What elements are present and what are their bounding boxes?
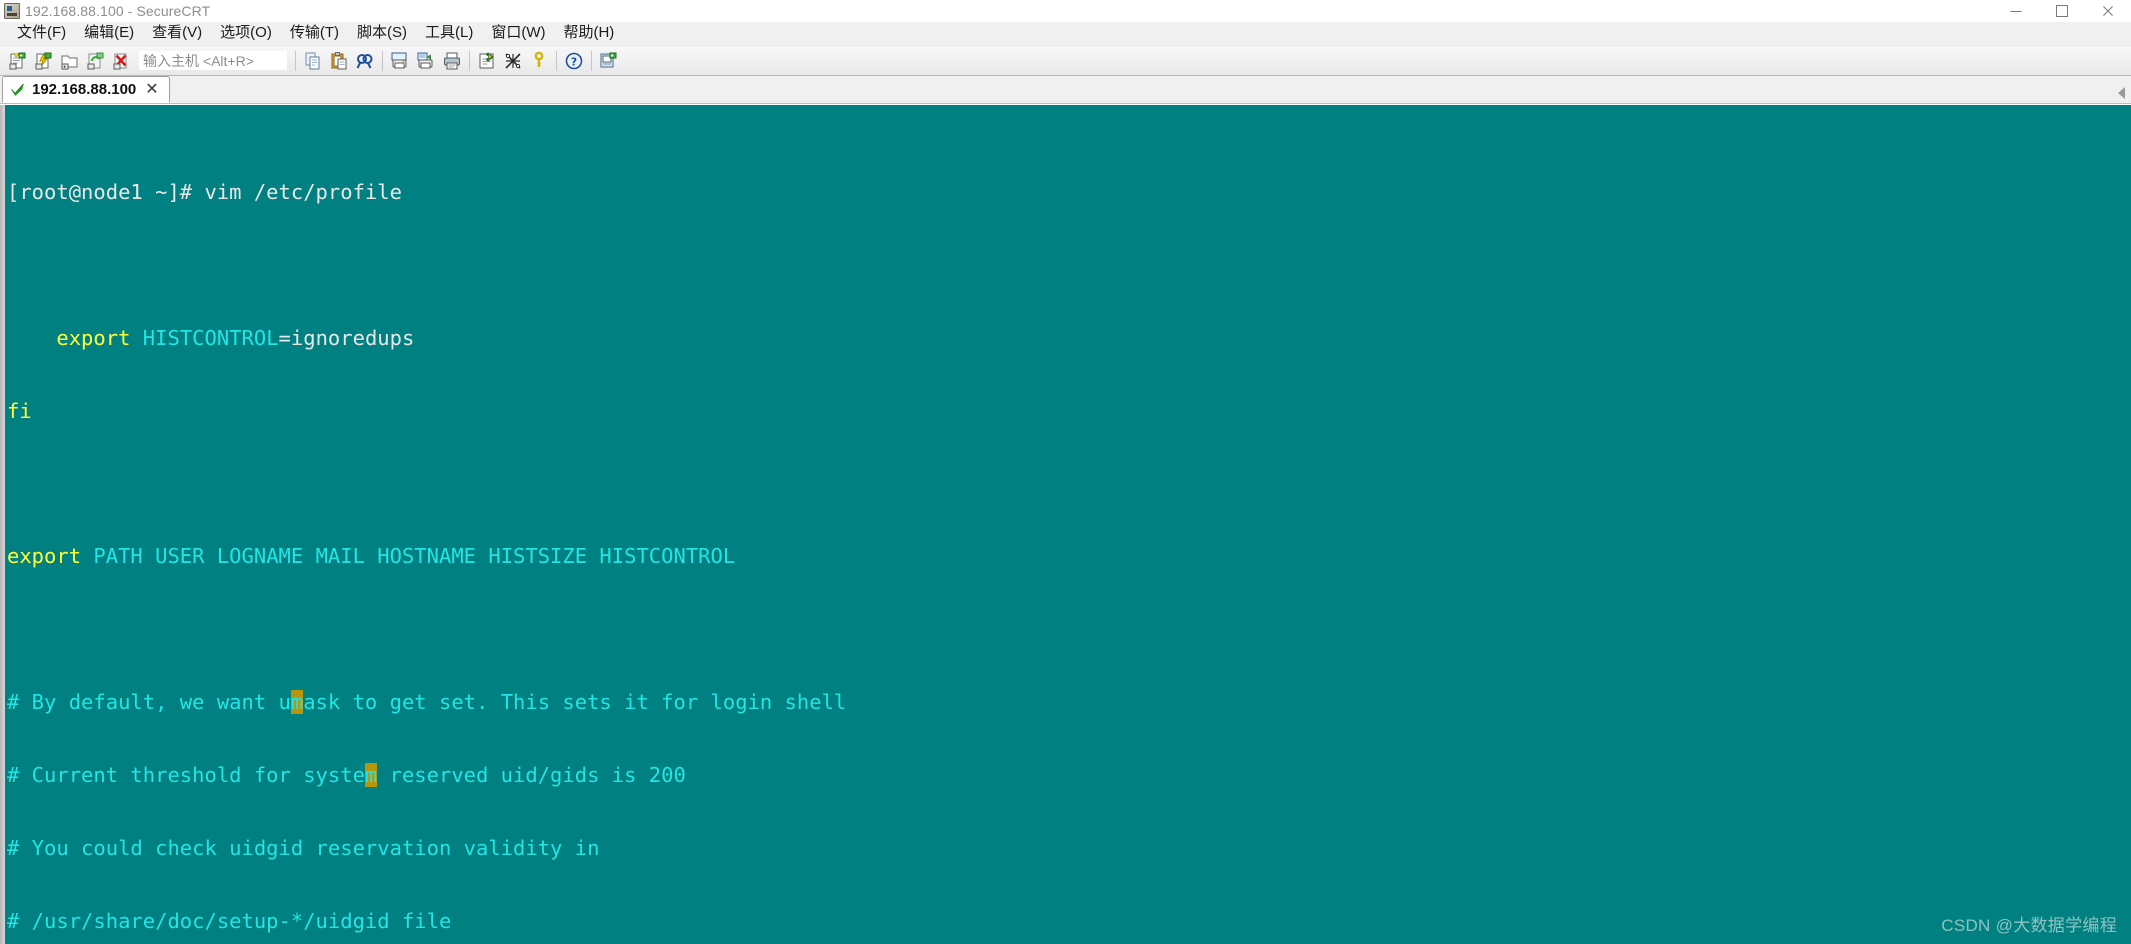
print-icon[interactable]	[439, 48, 465, 74]
toolbar: 输入主机 <Alt+R> ?	[0, 46, 2131, 76]
toolbar-separator-3	[469, 50, 470, 71]
menubar: 文件(F) 编辑(E) 查看(V) 选项(O) 传输(T) 脚本(S) 工具(L…	[0, 22, 2131, 46]
new-session-icon[interactable]	[5, 48, 31, 74]
paste-icon[interactable]	[326, 48, 352, 74]
terminal-line-l09: # Current threshold for system reserved …	[7, 763, 686, 788]
transfer-icon[interactable]	[596, 48, 622, 74]
terminal-line-l10: # You could check uidgid reservation val…	[7, 835, 600, 860]
maximize-button[interactable]	[2039, 0, 2085, 22]
session-tab-label: 192.168.88.100	[32, 81, 137, 98]
reconnect-icon[interactable]	[83, 48, 109, 74]
print-screen-icon[interactable]	[387, 48, 413, 74]
window-title: 192.168.88.100 - SecureCRT	[25, 3, 211, 19]
menu-tools[interactable]: 工具(L)	[416, 22, 482, 45]
disconnect-icon[interactable]	[109, 48, 135, 74]
svg-text:?: ?	[571, 55, 577, 68]
tab-close-icon[interactable]: ✕	[143, 81, 160, 97]
minimize-button[interactable]	[1993, 0, 2039, 22]
terminal-line-l01: [root@node1 ~]# vim /etc/profile	[7, 179, 402, 204]
terminal-line-l11: # /usr/share/doc/setup-*/uidgid file	[7, 908, 452, 933]
session-tab-192-168-88-100[interactable]: 192.168.88.100 ✕	[2, 76, 170, 103]
terminal-line-l02	[7, 253, 920, 277]
terminal-line-l03: export HISTCONTROL=ignoredups	[56, 325, 415, 350]
tab-overflow-arrow-icon[interactable]	[2118, 87, 2125, 99]
menu-options[interactable]: 选项(O)	[211, 22, 281, 45]
terminal-screen[interactable]: [root@node1 ~]# vim /etc/profile export …	[0, 105, 2131, 944]
terminal-line-l06: export PATH USER LOGNAME MAIL HOSTNAME H…	[7, 544, 736, 569]
menu-file[interactable]: 文件(F)	[8, 22, 75, 45]
terminal-line-l05	[7, 471, 920, 495]
csdn-watermark: CSDN @大数据学编程	[1941, 916, 2117, 935]
quick-connect-icon[interactable]	[31, 48, 57, 74]
menu-window[interactable]: 窗口(W)	[482, 22, 554, 45]
close-button[interactable]	[2085, 0, 2131, 22]
menu-edit[interactable]: 编辑(E)	[75, 22, 143, 45]
host-input[interactable]: 输入主机 <Alt+R>	[139, 51, 287, 70]
help-icon[interactable]: ?	[561, 48, 587, 74]
terminal-line-l04: fi	[7, 398, 32, 423]
copy-icon[interactable]	[300, 48, 326, 74]
green-check-icon	[10, 82, 25, 97]
menu-script[interactable]: 脚本(S)	[348, 22, 416, 45]
tabbar: 192.168.88.100 ✕	[0, 76, 2131, 104]
log-session-icon[interactable]	[413, 48, 439, 74]
protocol-options-icon[interactable]	[500, 48, 526, 74]
toolbar-separator-1	[295, 50, 296, 71]
terminal-left-border	[0, 105, 5, 944]
open-session-icon[interactable]	[57, 48, 83, 74]
menu-view[interactable]: 查看(V)	[143, 22, 211, 45]
toolbar-separator-2	[382, 50, 383, 71]
window-controls	[1993, 0, 2131, 22]
securecrt-icon	[4, 3, 20, 19]
terminal-text-area: [root@node1 ~]# vim /etc/profile export …	[7, 107, 920, 944]
window-titlebar: 192.168.88.100 - SecureCRT	[0, 0, 2131, 22]
terminal-line-l07	[7, 617, 920, 641]
menu-transfer[interactable]: 传输(T)	[281, 22, 348, 45]
terminal-line-l08: # By default, we want umask to get set. …	[7, 690, 847, 715]
toolbar-separator-4	[556, 50, 557, 71]
session-options-icon[interactable]	[474, 48, 500, 74]
find-icon[interactable]	[352, 48, 378, 74]
toolbar-separator-5	[591, 50, 592, 71]
key-icon[interactable]	[526, 48, 552, 74]
menu-help[interactable]: 帮助(H)	[554, 22, 623, 45]
